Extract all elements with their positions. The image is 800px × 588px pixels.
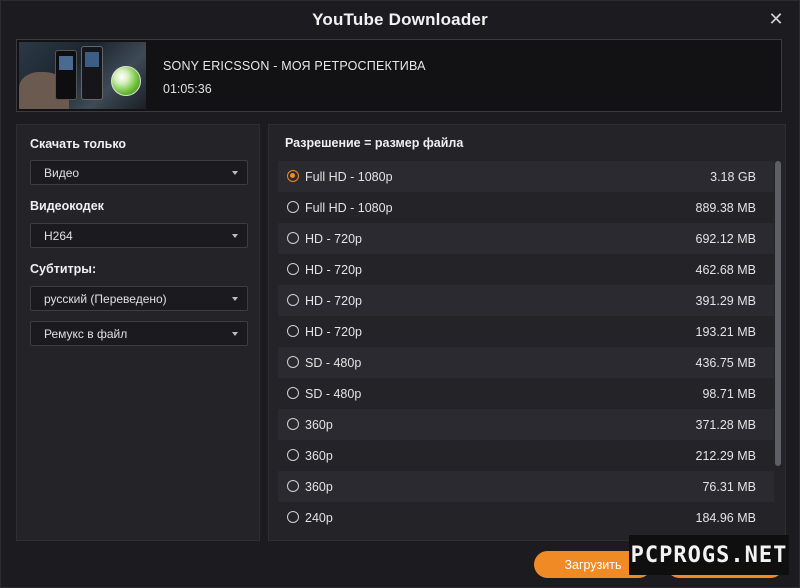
- resolution-row[interactable]: 360p 371.28 MB: [278, 409, 774, 440]
- resolution-name: HD - 720p: [305, 293, 362, 308]
- resolution-radio[interactable]: [287, 480, 299, 492]
- resolution-size: 212.29 MB: [695, 448, 756, 463]
- resolution-row[interactable]: SD - 480p 98.71 MB: [278, 378, 774, 409]
- watermark: PCPROGS.NET: [629, 535, 789, 575]
- resolution-radio[interactable]: [287, 356, 299, 368]
- download-only-select[interactable]: Видео: [30, 160, 248, 185]
- resolution-size: 184.96 MB: [695, 510, 756, 525]
- subtitles-mode-value: Ремукс в файл: [44, 326, 128, 341]
- close-icon[interactable]: ✕: [767, 10, 785, 28]
- resolution-row[interactable]: 360p 76.31 MB: [278, 471, 774, 502]
- resolution-name: 360p: [305, 479, 333, 494]
- codec-label: Видеокодек: [30, 199, 104, 213]
- resolution-row[interactable]: SD - 480p 436.75 MB: [278, 347, 774, 378]
- thumbnail-phone-shape: [55, 50, 77, 100]
- resolution-name: 360p: [305, 448, 333, 463]
- downloader-window: YouTube Downloader ✕ SONY ERICSSON - МОЯ…: [0, 0, 800, 588]
- resolution-name: HD - 720p: [305, 262, 362, 277]
- subtitles-mode-select[interactable]: Ремукс в файл: [30, 321, 248, 346]
- resolution-radio[interactable]: [287, 418, 299, 430]
- subtitles-label: Субтитры:: [30, 262, 97, 276]
- resolution-radio[interactable]: [287, 263, 299, 275]
- resolution-name: HD - 720p: [305, 324, 362, 339]
- resolution-radio[interactable]: [287, 170, 299, 182]
- resolution-panel: Разрешение = размер файла Full HD - 1080…: [268, 124, 786, 541]
- resolution-size: 889.38 MB: [695, 200, 756, 215]
- resolution-radio[interactable]: [287, 325, 299, 337]
- chevron-down-icon: [232, 332, 238, 336]
- video-info-card: SONY ERICSSON - МОЯ РЕТРОСПЕКТИВА 01:05:…: [16, 39, 782, 112]
- resolution-radio[interactable]: [287, 294, 299, 306]
- thumbnail-phone-shape: [81, 46, 103, 100]
- resolution-name: SD - 480p: [305, 355, 362, 370]
- resolution-radio[interactable]: [287, 511, 299, 523]
- resolution-name: Full HD - 1080p: [305, 169, 393, 184]
- resolution-name: Full HD - 1080p: [305, 200, 393, 215]
- resolution-row[interactable]: Full HD - 1080p 889.38 MB: [278, 192, 774, 223]
- thumbnail-logo-icon: [111, 66, 141, 96]
- download-only-label: Скачать только: [30, 137, 127, 151]
- resolution-name: SD - 480p: [305, 386, 362, 401]
- resolution-size: 98.71 MB: [702, 386, 756, 401]
- resolution-size: 371.28 MB: [695, 417, 756, 432]
- video-duration: 01:05:36: [163, 82, 212, 96]
- subtitles-language-value: русский (Переведено): [44, 291, 167, 306]
- resolution-row[interactable]: HD - 720p 391.29 MB: [278, 285, 774, 316]
- resolution-size: 76.31 MB: [702, 479, 756, 494]
- resolution-radio[interactable]: [287, 449, 299, 461]
- video-title: SONY ERICSSON - МОЯ РЕТРОСПЕКТИВА: [163, 59, 426, 73]
- options-panel: Скачать только Видео Видеокодек H264 Суб…: [16, 124, 260, 541]
- resolution-name: 360p: [305, 417, 333, 432]
- subtitles-language-select[interactable]: русский (Переведено): [30, 286, 248, 311]
- resolution-radio[interactable]: [287, 387, 299, 399]
- codec-select[interactable]: H264: [30, 223, 248, 248]
- resolution-row[interactable]: Full HD - 1080p 3.18 GB: [278, 161, 774, 192]
- resolution-name: 240p: [305, 510, 333, 525]
- resolution-size: 436.75 MB: [695, 355, 756, 370]
- resolution-list-scrollbar[interactable]: [775, 161, 781, 466]
- resolution-row[interactable]: 360p 212.29 MB: [278, 440, 774, 471]
- resolution-name: HD - 720p: [305, 231, 362, 246]
- chevron-down-icon: [232, 234, 238, 238]
- resolution-list: Full HD - 1080p 3.18 GB Full HD - 1080p 889…: [278, 161, 774, 539]
- resolution-radio[interactable]: [287, 201, 299, 213]
- resolution-size: 3.18 GB: [710, 169, 756, 184]
- resolution-header: Разрешение = размер файла: [285, 136, 464, 150]
- resolution-size: 193.21 MB: [695, 324, 756, 339]
- video-thumbnail: [19, 42, 146, 109]
- resolution-size: 391.29 MB: [695, 293, 756, 308]
- resolution-row[interactable]: HD - 720p 462.68 MB: [278, 254, 774, 285]
- resolution-row[interactable]: HD - 720p 193.21 MB: [278, 316, 774, 347]
- resolution-size: 692.12 MB: [695, 231, 756, 246]
- window-title: YouTube Downloader: [312, 10, 488, 29]
- chevron-down-icon: [232, 171, 238, 175]
- chevron-down-icon: [232, 297, 238, 301]
- codec-value: H264: [44, 228, 73, 243]
- resolution-row[interactable]: 240p 184.96 MB: [278, 502, 774, 533]
- resolution-row[interactable]: HD - 720p 692.12 MB: [278, 223, 774, 254]
- download-only-value: Видео: [44, 165, 80, 180]
- resolution-radio[interactable]: [287, 232, 299, 244]
- resolution-size: 462.68 MB: [695, 262, 756, 277]
- title-bar: YouTube Downloader ✕: [1, 1, 799, 39]
